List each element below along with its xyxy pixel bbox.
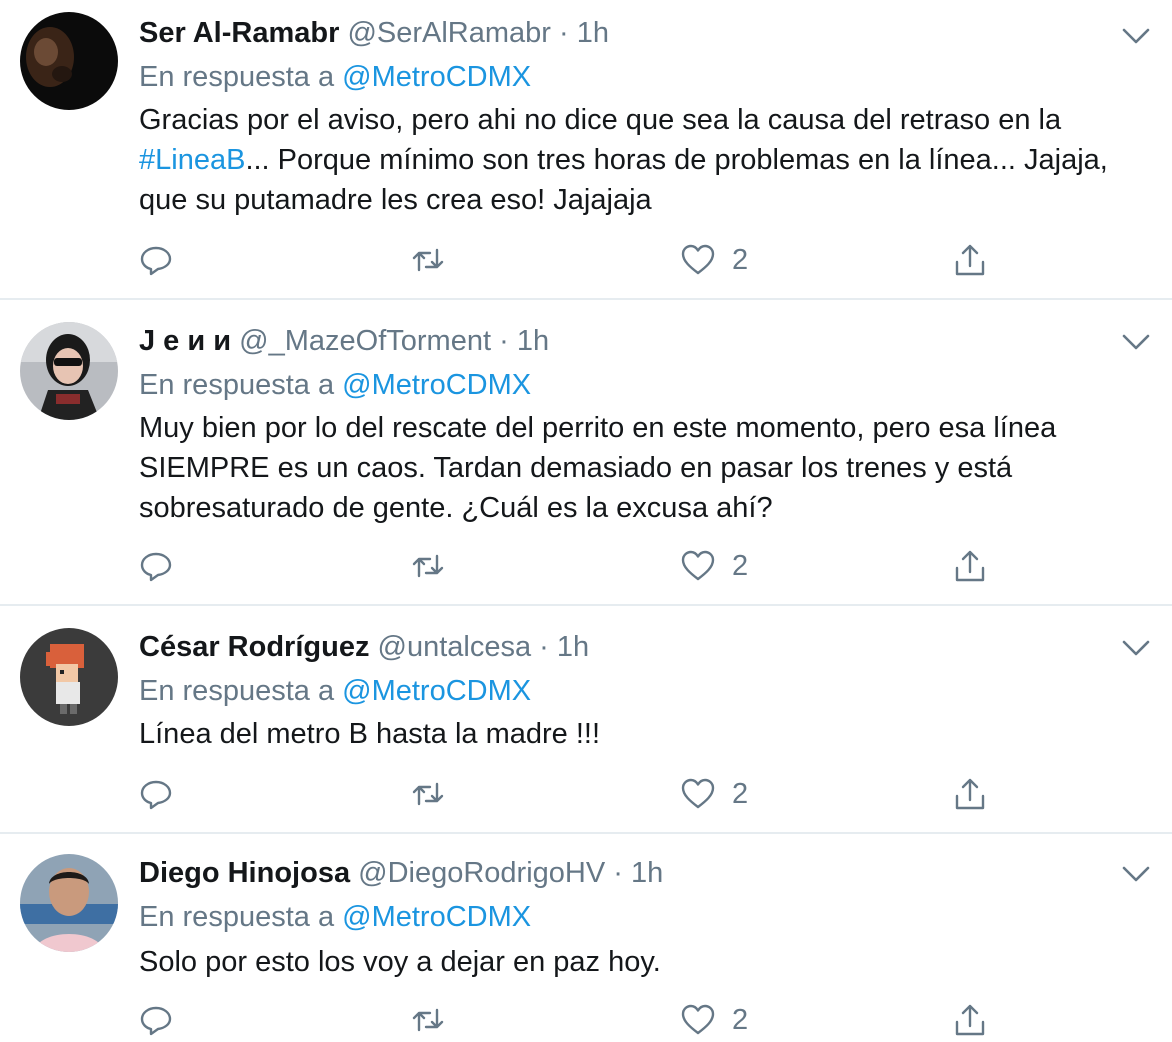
tweet-text-segment: Gracias por el aviso, pero ahi no dice q… [139,104,1062,136]
like-button[interactable]: 2 [680,998,748,1042]
reply-prefix: En respuesta a [139,675,335,707]
tweet[interactable]: César Rodríguez @untalcesa · 1h En respu… [0,606,1172,834]
tweet-text-segment: Línea del metro B hasta la madre !!! [139,718,601,750]
avatar[interactable] [20,628,118,726]
share-button[interactable] [952,998,988,1042]
retweet-button[interactable] [410,772,446,816]
heart-icon [681,1004,715,1035]
like-count: 2 [732,777,749,810]
tweet-actions: 2 [0,998,1172,1042]
avatar[interactable] [20,322,118,420]
tweet-text-segment: Solo por esto los voy a dejar en paz hoy… [139,946,661,978]
like-button[interactable]: 2 [680,772,748,816]
tweet-text: Línea del metro B hasta la madre !!! [139,714,1149,754]
share-icon [955,1004,985,1036]
reply-context: En respuesta a @MetroCDMX [139,672,531,710]
timestamp[interactable]: 1h [631,857,663,889]
chevron-down-icon[interactable] [1120,24,1152,48]
retweet-button[interactable] [410,544,446,588]
reply-mention-link[interactable]: @MetroCDMX [342,61,531,93]
heart-icon [681,778,715,809]
tweet-text-segment: Muy bien por lo del rescate del perrito … [139,412,1057,524]
heart-icon [681,550,715,581]
retweet-icon [412,248,444,272]
reply-button[interactable] [138,544,174,588]
user-handle[interactable]: @_MazeOfTorment [239,325,491,357]
share-icon [955,550,985,582]
separator: · [559,17,569,49]
reply-context: En respuesta a @MetroCDMX [139,58,531,96]
reply-prefix: En respuesta a [139,61,335,93]
user-handle[interactable]: @SerAlRamabr [347,17,551,49]
reply-button[interactable] [138,998,174,1042]
reply-button[interactable] [138,238,174,282]
tweet[interactable]: J e и и @_MazeOfTorment · 1h En respuest… [0,300,1172,606]
share-button[interactable] [952,772,988,816]
share-button[interactable] [952,238,988,282]
share-button[interactable] [952,544,988,588]
display-name[interactable]: Diego Hinojosa [139,857,350,889]
timestamp[interactable]: 1h [517,325,549,357]
retweet-button[interactable] [410,998,446,1042]
tweet-text: Gracias por el aviso, pero ahi no dice q… [139,100,1149,220]
reply-context: En respuesta a @MetroCDMX [139,366,531,404]
like-button[interactable]: 2 [680,544,748,588]
chevron-down-icon[interactable] [1120,636,1152,660]
chevron-down-icon[interactable] [1120,862,1152,886]
timestamp[interactable]: 1h [557,631,589,663]
separator: · [499,325,509,357]
reply-prefix: En respuesta a [139,901,335,933]
separator: · [539,631,549,663]
reply-mention-link[interactable]: @MetroCDMX [342,901,531,933]
display-name[interactable]: Ser Al-Ramabr [139,17,339,49]
heart-icon [681,244,715,275]
retweet-icon [412,1008,444,1032]
reply-button[interactable] [138,772,174,816]
tweet-text: Solo por esto los voy a dejar en paz hoy… [139,942,1149,982]
display-name[interactable]: J e и и [139,325,231,357]
display-name[interactable]: César Rodríguez [139,631,369,663]
like-button[interactable]: 2 [680,238,748,282]
avatar[interactable] [20,854,118,952]
tweet-text-segment: ... Porque mínimo son tres horas de prob… [139,144,1108,216]
separator: · [613,857,623,889]
reply-prefix: En respuesta a [139,369,335,401]
tweet[interactable]: Diego Hinojosa @DiegoRodrigoHV · 1h En r… [0,834,1172,1036]
reply-context: En respuesta a @MetroCDMX [139,898,531,936]
user-handle[interactable]: @DiegoRodrigoHV [358,857,605,889]
reply-icon [140,552,172,582]
chevron-down-icon[interactable] [1120,330,1152,354]
timestamp[interactable]: 1h [577,17,609,49]
reply-icon [140,246,172,276]
reply-mention-link[interactable]: @MetroCDMX [342,369,531,401]
retweet-icon [412,782,444,806]
tweet-actions: 2 [0,238,1172,282]
tweet-text: Muy bien por lo del rescate del perrito … [139,408,1149,528]
reply-icon [140,1006,172,1036]
retweet-icon [412,554,444,578]
tweet[interactable]: Ser Al-Ramabr @SerAlRamabr · 1h En respu… [0,0,1172,300]
like-count: 2 [732,549,749,582]
share-icon [955,244,985,276]
reply-icon [140,780,172,810]
retweet-button[interactable] [410,238,446,282]
share-icon [955,778,985,810]
reply-mention-link[interactable]: @MetroCDMX [342,675,531,707]
like-count: 2 [732,243,749,276]
hashtag-link[interactable]: #LineaB [139,144,245,176]
tweet-actions: 2 [0,772,1172,816]
avatar[interactable] [20,12,118,110]
user-handle[interactable]: @untalcesa [378,631,532,663]
like-count: 2 [732,1003,749,1036]
tweet-actions: 2 [0,544,1172,588]
